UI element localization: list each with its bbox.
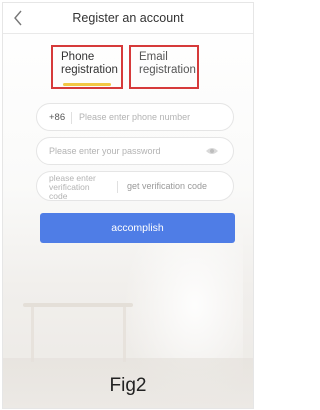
phone-field[interactable]: +86 Please enter phone number	[36, 103, 234, 131]
tab-email-registration[interactable]: Email registration	[129, 45, 199, 89]
background-table	[23, 303, 133, 307]
country-code[interactable]: +86	[49, 112, 65, 123]
phone-input[interactable]: Please enter phone number	[79, 112, 190, 122]
verification-code-input[interactable]: please enter verification code	[49, 174, 99, 201]
back-button[interactable]	[7, 7, 29, 29]
eye-icon[interactable]	[205, 146, 219, 156]
field-divider	[71, 112, 72, 124]
password-field[interactable]: Please enter your password	[36, 137, 234, 165]
page-title: Register an account	[72, 11, 184, 25]
password-input[interactable]: Please enter your password	[49, 146, 161, 156]
figure-caption: Fig2	[109, 375, 147, 396]
field-divider	[117, 181, 118, 193]
app-screen: Register an account Phone registration E…	[2, 2, 254, 409]
top-bar: Register an account	[3, 3, 253, 34]
chevron-left-icon	[14, 10, 22, 26]
accomplish-button[interactable]: accomplish	[40, 213, 235, 243]
background-table-leg	[123, 307, 126, 362]
background-table-leg	[31, 307, 34, 362]
verification-code-field[interactable]: please enter verification code get verif…	[36, 171, 234, 201]
get-verification-code-button[interactable]: get verification code	[127, 181, 207, 191]
active-tab-indicator	[63, 83, 111, 86]
